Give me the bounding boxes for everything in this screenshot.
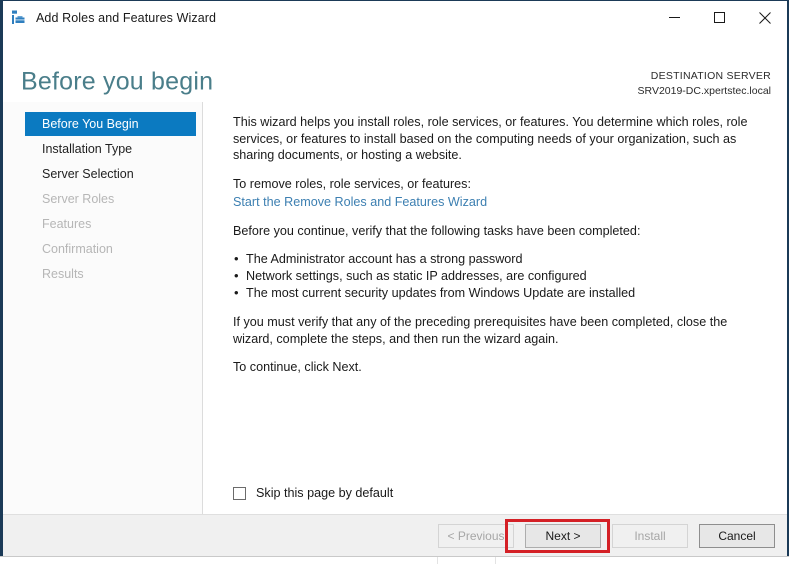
sidebar-item-features: Features xyxy=(42,217,92,231)
close-icon xyxy=(758,11,771,24)
page-header: Before you begin DESTINATION SERVER SRV2… xyxy=(3,34,787,102)
minimize-icon xyxy=(669,17,680,18)
title-bar: Add Roles and Features Wizard xyxy=(3,1,787,34)
prerequisite-list: The Administrator account has a strong p… xyxy=(233,250,765,302)
cancel-button[interactable]: Cancel xyxy=(699,523,775,548)
destination-server-block: DESTINATION SERVER SRV2019-DC.xpertstec.… xyxy=(638,69,771,99)
skip-page-row[interactable]: Skip this page by default xyxy=(233,486,393,500)
wizard-body: Before You Begin Installation Type Serve… xyxy=(3,102,787,514)
server-wizard-icon xyxy=(12,10,25,24)
minimize-button[interactable] xyxy=(652,1,697,34)
sidebar-item-server-roles: Server Roles xyxy=(42,192,115,206)
destination-server-name: SRV2019-DC.xpertstec.local xyxy=(637,85,771,97)
maximize-icon xyxy=(714,12,725,23)
wizard-footer: < Previous Next > Install Cancel xyxy=(3,514,787,556)
remove-roles-wizard-link[interactable]: Start the Remove Roles and Features Wiza… xyxy=(233,194,487,211)
remove-prompt-text: To remove roles, role services, or featu… xyxy=(233,176,471,191)
sidebar-item-installation-type[interactable]: Installation Type xyxy=(25,138,194,161)
skip-page-label: Skip this page by default xyxy=(256,486,394,500)
sidebar-item-server-selection[interactable]: Server Selection xyxy=(25,163,194,186)
verify-prompt-text: Before you continue, verify that the fol… xyxy=(233,223,641,238)
skip-page-checkbox[interactable] xyxy=(233,486,246,500)
list-item: The most current security updates from W… xyxy=(233,284,765,302)
window-controls xyxy=(652,1,787,34)
list-item: The Administrator account has a strong p… xyxy=(233,250,765,268)
wizard-window: Add Roles and Features Wizard Before you… xyxy=(0,0,789,556)
close-button[interactable] xyxy=(742,1,787,34)
destination-server-label: DESTINATION SERVER xyxy=(650,70,771,82)
page-title: Before you begin xyxy=(21,67,214,96)
install-button: Install xyxy=(612,523,688,548)
window-title: Add Roles and Features Wizard xyxy=(36,10,217,25)
sidebar-item-before-you-begin[interactable]: Before You Begin xyxy=(25,112,196,136)
intro-paragraph: This wizard helps you install roles, rol… xyxy=(233,115,748,162)
next-button-wrapper: Next > xyxy=(505,518,610,553)
wizard-content: This wizard helps you install roles, rol… xyxy=(203,102,787,514)
sidebar-item-results: Results xyxy=(42,267,84,281)
sidebar-item-confirmation: Confirmation xyxy=(42,242,113,256)
wizard-navigation: Before You Begin Installation Type Serve… xyxy=(3,102,203,514)
verify-note-text: If you must verify that any of the prece… xyxy=(233,315,728,346)
list-item: Network settings, such as static IP addr… xyxy=(233,267,765,285)
maximize-button[interactable] xyxy=(697,1,742,34)
continue-note-text: To continue, click Next. xyxy=(233,360,362,374)
next-button[interactable]: Next > xyxy=(525,523,601,548)
previous-button: < Previous xyxy=(438,523,514,548)
